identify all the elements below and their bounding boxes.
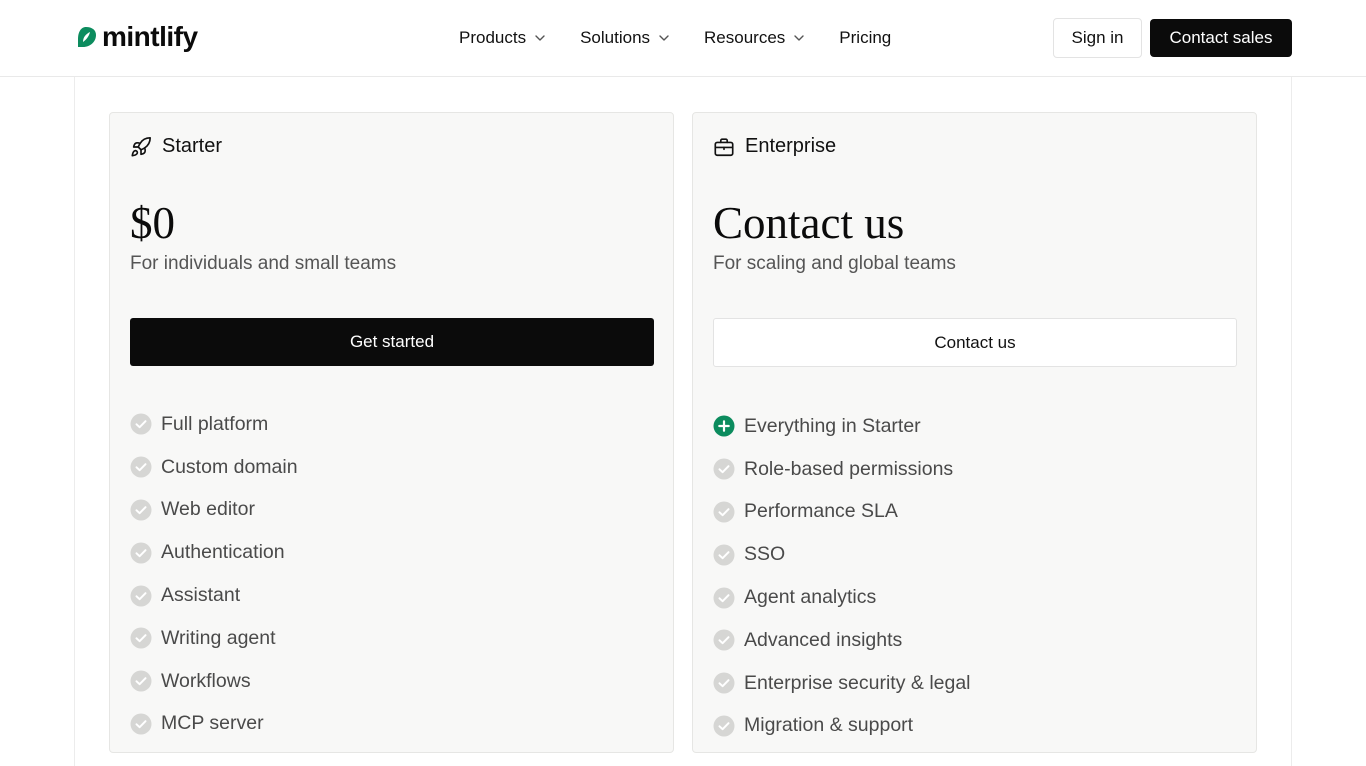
briefcase-icon: [714, 137, 734, 156]
plan-header: Enterprise: [713, 135, 836, 158]
feature-label: Everything in Starter: [744, 414, 921, 437]
list-item: Authentication: [130, 531, 298, 574]
list-item: Assistant: [130, 574, 298, 617]
check-circle-icon: [130, 627, 152, 649]
list-item: Role-based permissions: [713, 448, 971, 491]
check-circle-icon: [713, 501, 735, 523]
list-item: Full platform: [130, 403, 298, 446]
list-item: Performance SLA: [713, 491, 971, 534]
plan-name: Starter: [162, 135, 223, 157]
chevron-down-icon: [659, 35, 669, 41]
check-circle-icon: [130, 542, 152, 564]
check-circle-icon: [130, 456, 152, 478]
check-circle-icon: [713, 715, 735, 737]
feature-label: SSO: [744, 543, 786, 566]
feature-label: Full platform: [161, 412, 269, 435]
check-circle-icon: [130, 713, 152, 735]
nav-item-solutions[interactable]: Solutions: [580, 28, 670, 48]
list-item: Web editor: [130, 489, 298, 532]
check-circle-icon: [713, 544, 735, 566]
plan-card-starter: Starter $0 For individuals and small tea…: [109, 112, 674, 753]
check-circle-icon: [713, 458, 735, 480]
mintlify-logo-icon: [78, 27, 96, 47]
check-circle-icon: [130, 413, 152, 435]
list-item: SSO: [713, 533, 971, 576]
check-circle-icon: [130, 670, 152, 692]
plan-price: Contact us: [713, 198, 905, 248]
main-nav: Products Solutions Resources Pricing: [459, 22, 891, 54]
feature-label: Advanced insights: [744, 628, 903, 651]
chevron-down-icon: [794, 35, 804, 41]
feature-label: Agent analytics: [744, 586, 877, 609]
list-item: Writing agent: [130, 617, 298, 660]
nav-item-resources[interactable]: Resources: [704, 28, 805, 48]
plan-price: $0: [130, 198, 175, 248]
list-item: Everything in Starter: [713, 405, 971, 448]
chevron-down-icon: [535, 35, 545, 41]
feature-label: Role-based permissions: [744, 457, 954, 480]
feature-label: Migration & support: [744, 714, 914, 737]
feature-label: Authentication: [161, 541, 285, 564]
nav-item-label: Pricing: [839, 28, 892, 47]
feature-label: Performance SLA: [744, 500, 898, 523]
feature-label: Enterprise security & legal: [744, 671, 971, 694]
contact-us-button[interactable]: Contact us: [713, 318, 1237, 367]
feature-label: MCP server: [161, 712, 264, 735]
check-circle-icon: [713, 672, 735, 694]
feature-label: Assistant: [161, 584, 241, 607]
sign-in-button[interactable]: Sign in: [1053, 18, 1142, 58]
nav-item-label: Products: [459, 28, 527, 47]
list-item: Enterprise security & legal: [713, 662, 971, 705]
get-started-button[interactable]: Get started: [130, 318, 654, 366]
check-circle-icon: [130, 499, 152, 521]
check-circle-icon: [713, 587, 735, 609]
nav-item-label: Resources: [704, 28, 786, 47]
nav-item-label: Solutions: [580, 28, 651, 47]
feature-label: Writing agent: [161, 626, 276, 649]
feature-label: Custom domain: [161, 455, 298, 478]
nav-item-pricing[interactable]: Pricing: [839, 28, 891, 48]
brand-name: mintlify: [102, 21, 198, 52]
plan-name: Enterprise: [745, 135, 837, 157]
feature-label: Web editor: [161, 498, 255, 521]
site-header: mintlify Products Solutions Resources Pr…: [0, 0, 1366, 77]
nav-item-products[interactable]: Products: [459, 28, 546, 48]
list-item: Migration & support: [713, 705, 971, 748]
plan-header: Starter: [130, 135, 222, 158]
rocket-icon: [131, 136, 151, 157]
plan-tagline: For individuals and small teams: [130, 253, 397, 274]
feature-label: Workflows: [161, 669, 251, 692]
list-item: Custom domain: [130, 446, 298, 489]
check-circle-icon: [713, 629, 735, 651]
plan-tagline: For scaling and global teams: [713, 253, 956, 274]
feature-list: Everything in Starter Role-based permiss…: [713, 405, 971, 747]
check-circle-icon: [130, 585, 152, 607]
plus-circle-icon: [713, 415, 735, 437]
logo[interactable]: mintlify: [74, 20, 198, 54]
list-item: MCP server: [130, 703, 298, 746]
list-item: Advanced insights: [713, 619, 971, 662]
list-item: Workflows: [130, 660, 298, 703]
list-item: Agent analytics: [713, 576, 971, 619]
plan-card-enterprise: Enterprise Contact us For scaling and gl…: [692, 112, 1257, 753]
feature-list: Full platform Custom domain Web editor A…: [130, 403, 298, 745]
contact-sales-button[interactable]: Contact sales: [1150, 19, 1292, 57]
